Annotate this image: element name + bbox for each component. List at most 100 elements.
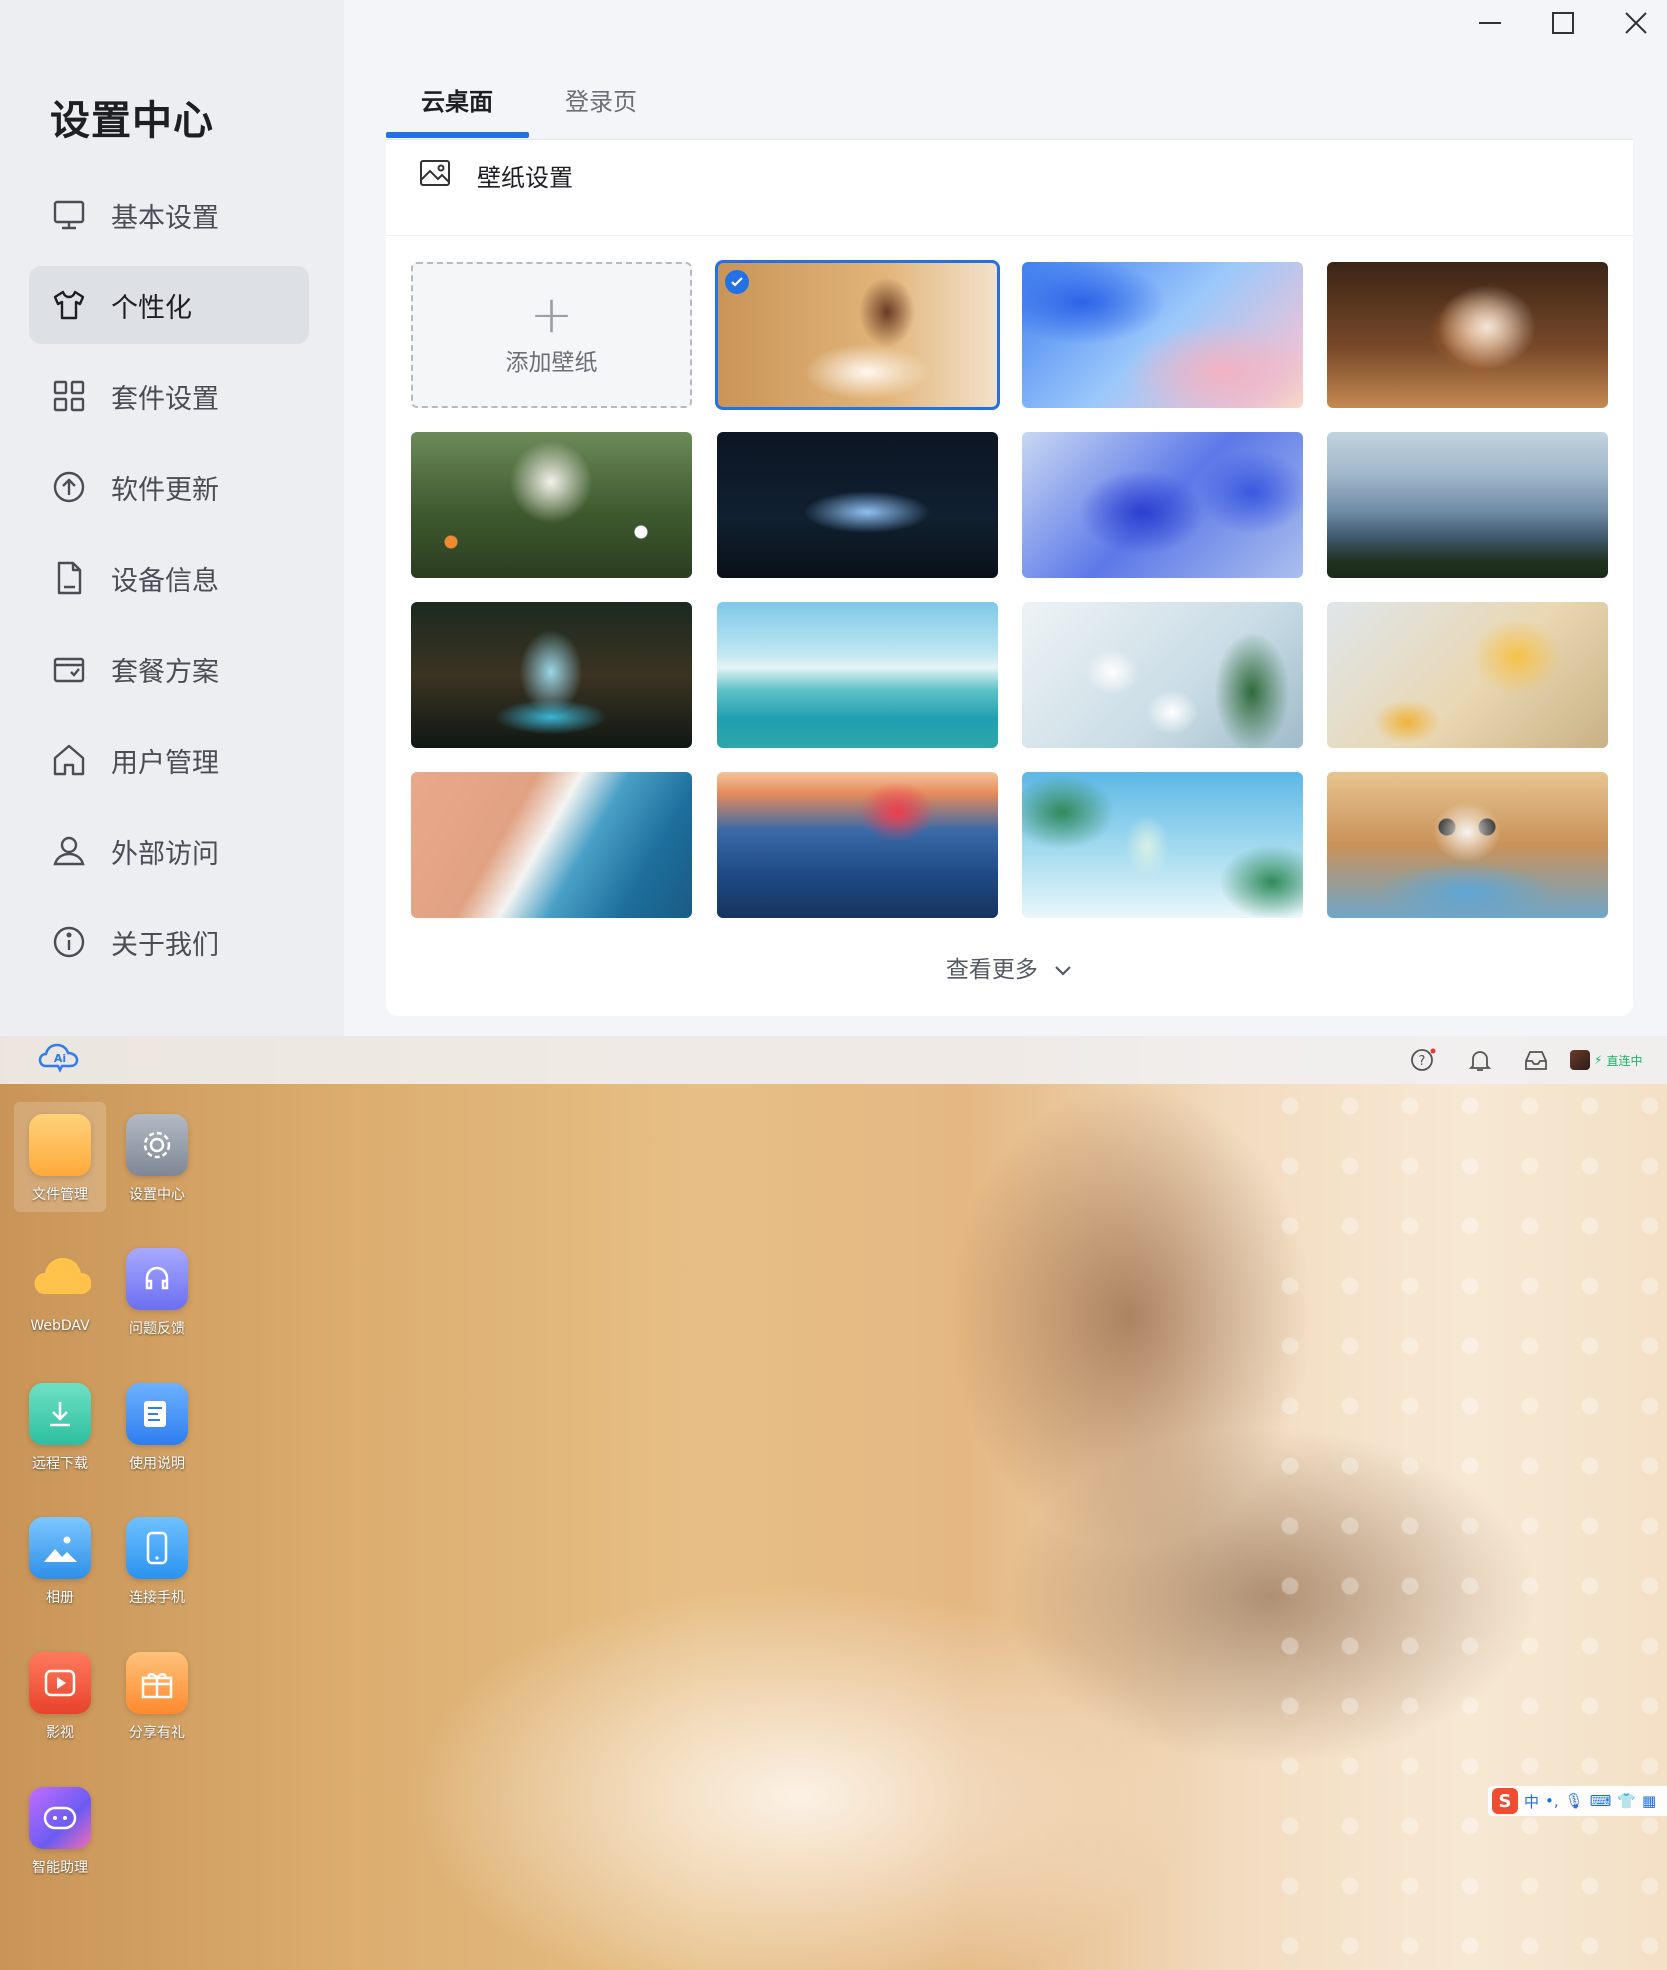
package-icon bbox=[51, 651, 87, 687]
tab-login-page[interactable]: 登录页 bbox=[565, 82, 637, 117]
nav-label: 软件更新 bbox=[111, 474, 219, 506]
upload-circle-icon bbox=[51, 469, 87, 505]
user-icon bbox=[51, 833, 87, 869]
nav-item-device-info[interactable]: 设备信息 bbox=[29, 539, 309, 617]
skin-icon[interactable]: 👕 bbox=[1617, 1792, 1636, 1810]
sogou-logo-icon: S bbox=[1492, 1788, 1518, 1814]
inbox-icon[interactable] bbox=[1522, 1046, 1550, 1074]
nav-item-basic-settings[interactable]: 基本设置 bbox=[29, 176, 309, 254]
nav-item-user-management[interactable]: 用户管理 bbox=[29, 721, 309, 799]
app-label: 设置中心 bbox=[129, 1187, 185, 1203]
desktop-app-remote-download[interactable]: 远程下载 bbox=[14, 1371, 106, 1481]
nav-label: 基本设置 bbox=[111, 202, 219, 234]
nav-item-personalization[interactable]: 个性化 bbox=[29, 266, 309, 344]
see-more-button[interactable]: 查看更多 bbox=[386, 950, 1633, 984]
wallpaper-thumb-white-lilies[interactable] bbox=[1022, 602, 1303, 748]
desktop-app-feedback[interactable]: 问题反馈 bbox=[111, 1236, 203, 1346]
desktop-app-file-manager[interactable]: 文件管理 bbox=[14, 1102, 106, 1212]
download-icon bbox=[29, 1383, 91, 1445]
lace-curtain-pattern bbox=[1260, 1076, 1667, 1970]
chevron-down-icon bbox=[1055, 965, 1071, 976]
microphone-icon[interactable]: 🎙 bbox=[1565, 1792, 1584, 1810]
grid-icon bbox=[51, 378, 87, 414]
cloud-icon bbox=[29, 1248, 91, 1310]
nav-label: 套件设置 bbox=[111, 383, 219, 415]
nav-label: 套餐方案 bbox=[111, 656, 219, 688]
image-icon bbox=[420, 160, 450, 186]
desktop-app-photos[interactable]: 相册 bbox=[14, 1505, 106, 1615]
close-icon bbox=[1625, 12, 1647, 34]
check-icon bbox=[725, 270, 749, 294]
app-label: 智能助理 bbox=[32, 1860, 88, 1876]
minimize-button[interactable] bbox=[1468, 8, 1512, 38]
app-label: 问题反馈 bbox=[129, 1321, 185, 1337]
nav-item-suite-settings[interactable]: 套件设置 bbox=[29, 357, 309, 435]
app-label: 远程下载 bbox=[32, 1456, 88, 1472]
avatar bbox=[1570, 1050, 1590, 1070]
desktop-app-manual[interactable]: 使用说明 bbox=[111, 1371, 203, 1481]
nav-label: 用户管理 bbox=[111, 747, 219, 779]
nav-item-plans[interactable]: 套餐方案 bbox=[29, 630, 309, 708]
sidebar: 设置中心 基本设置 个性化 套件设置 软件更新 设备信息 套餐方案 用户管理 外… bbox=[0, 0, 344, 1036]
close-button[interactable] bbox=[1614, 8, 1658, 38]
wallpaper-thumb-girl-reading[interactable] bbox=[715, 260, 1000, 410]
gift-icon bbox=[126, 1652, 188, 1714]
wallpaper-thumb-beach-aerial[interactable] bbox=[411, 772, 692, 918]
tab-cloud-desktop[interactable]: 云桌面 bbox=[421, 82, 493, 117]
see-more-label: 查看更多 bbox=[945, 957, 1038, 983]
ime-toolbar[interactable]: S 中 •, 🎙 ⌨ 👕 ▦ bbox=[1488, 1786, 1667, 1816]
desktop-app-settings[interactable]: 设置中心 bbox=[111, 1102, 203, 1212]
ai-logo-icon[interactable]: Ai bbox=[38, 1042, 82, 1078]
maximize-icon bbox=[1552, 12, 1574, 34]
desktop-app-webdav[interactable]: WebDAV bbox=[14, 1236, 106, 1346]
gear-icon bbox=[126, 1114, 188, 1176]
app-label: 文件管理 bbox=[32, 1187, 88, 1203]
app-label: 连接手机 bbox=[129, 1590, 185, 1606]
toolbox-icon[interactable]: ▦ bbox=[1642, 1792, 1656, 1810]
nav-label: 外部访问 bbox=[111, 838, 219, 870]
bell-icon[interactable] bbox=[1466, 1046, 1494, 1074]
folder-icon bbox=[29, 1114, 91, 1176]
nav-item-about-us[interactable]: 关于我们 bbox=[29, 903, 309, 981]
add-wallpaper-label: 添加壁纸 bbox=[505, 350, 598, 376]
info-icon bbox=[51, 924, 87, 960]
status-text: 直连中 bbox=[1606, 1053, 1643, 1068]
wallpaper-thumb-forest-waterfall[interactable] bbox=[411, 602, 692, 748]
monitor-icon bbox=[51, 197, 87, 233]
desktop-app-connect-phone[interactable]: 连接手机 bbox=[111, 1505, 203, 1615]
desktop-app-video[interactable]: 影视 bbox=[14, 1640, 106, 1750]
wallpaper-thumb-ocean-wave-sunset[interactable] bbox=[717, 772, 998, 918]
wallpaper-thumb-fluffy-cat[interactable] bbox=[1327, 262, 1608, 408]
help-icon[interactable]: ? bbox=[1409, 1046, 1437, 1074]
wallpaper-thumb-mojito-tropical[interactable] bbox=[1022, 772, 1303, 918]
desktop-app-share-gift[interactable]: 分享有礼 bbox=[111, 1640, 203, 1750]
add-wallpaper-button[interactable]: + 添加壁纸 bbox=[411, 262, 692, 408]
desktop-app-smart-assistant[interactable]: 智能助理 bbox=[14, 1775, 106, 1885]
manual-icon bbox=[126, 1383, 188, 1445]
play-icon bbox=[29, 1652, 91, 1714]
chat-icon bbox=[29, 1787, 91, 1849]
document-icon bbox=[51, 560, 87, 596]
nav-label: 个性化 bbox=[111, 292, 192, 324]
wallpaper-thumb-yellow-dahlias[interactable] bbox=[1327, 602, 1608, 748]
wallpaper-thumb-panda-splash[interactable] bbox=[1327, 772, 1608, 918]
ime-mode[interactable]: 中 bbox=[1524, 1791, 1539, 1812]
wallpaper-thumb-blue-lily-dark[interactable] bbox=[717, 432, 998, 578]
wallpaper-panel: 壁纸设置 + 添加壁纸 查看更多 bbox=[386, 140, 1633, 1016]
keyboard-icon[interactable]: ⌨ bbox=[1590, 1792, 1612, 1810]
connection-status[interactable]: ⚡ 直连中 bbox=[1570, 1048, 1660, 1072]
settings-window: 设置中心 基本设置 个性化 套件设置 软件更新 设备信息 套餐方案 用户管理 外… bbox=[0, 0, 1667, 1036]
shirt-icon bbox=[51, 287, 87, 323]
wallpaper-thumb-blue-lily-bright[interactable] bbox=[1022, 432, 1303, 578]
desktop-preview: Ai ? ⚡ 直连中 文件管理 设置中心 WebDAV 问题反馈 远程下载 使用… bbox=[0, 1036, 1667, 1970]
nav-item-software-update[interactable]: 软件更新 bbox=[29, 448, 309, 526]
app-label: 相册 bbox=[46, 1590, 74, 1606]
wallpaper-thumb-white-puppy-flowers[interactable] bbox=[411, 432, 692, 578]
maximize-button[interactable] bbox=[1541, 8, 1585, 38]
app-label: 影视 bbox=[46, 1725, 74, 1741]
wallpaper-thumb-blue-abstract-wave[interactable] bbox=[1022, 262, 1303, 408]
punctuation-icon[interactable]: •, bbox=[1545, 1792, 1559, 1810]
wallpaper-thumb-turquoise-waves[interactable] bbox=[717, 602, 998, 748]
wallpaper-thumb-misty-mountains[interactable] bbox=[1327, 432, 1608, 578]
nav-item-external-access[interactable]: 外部访问 bbox=[29, 812, 309, 890]
